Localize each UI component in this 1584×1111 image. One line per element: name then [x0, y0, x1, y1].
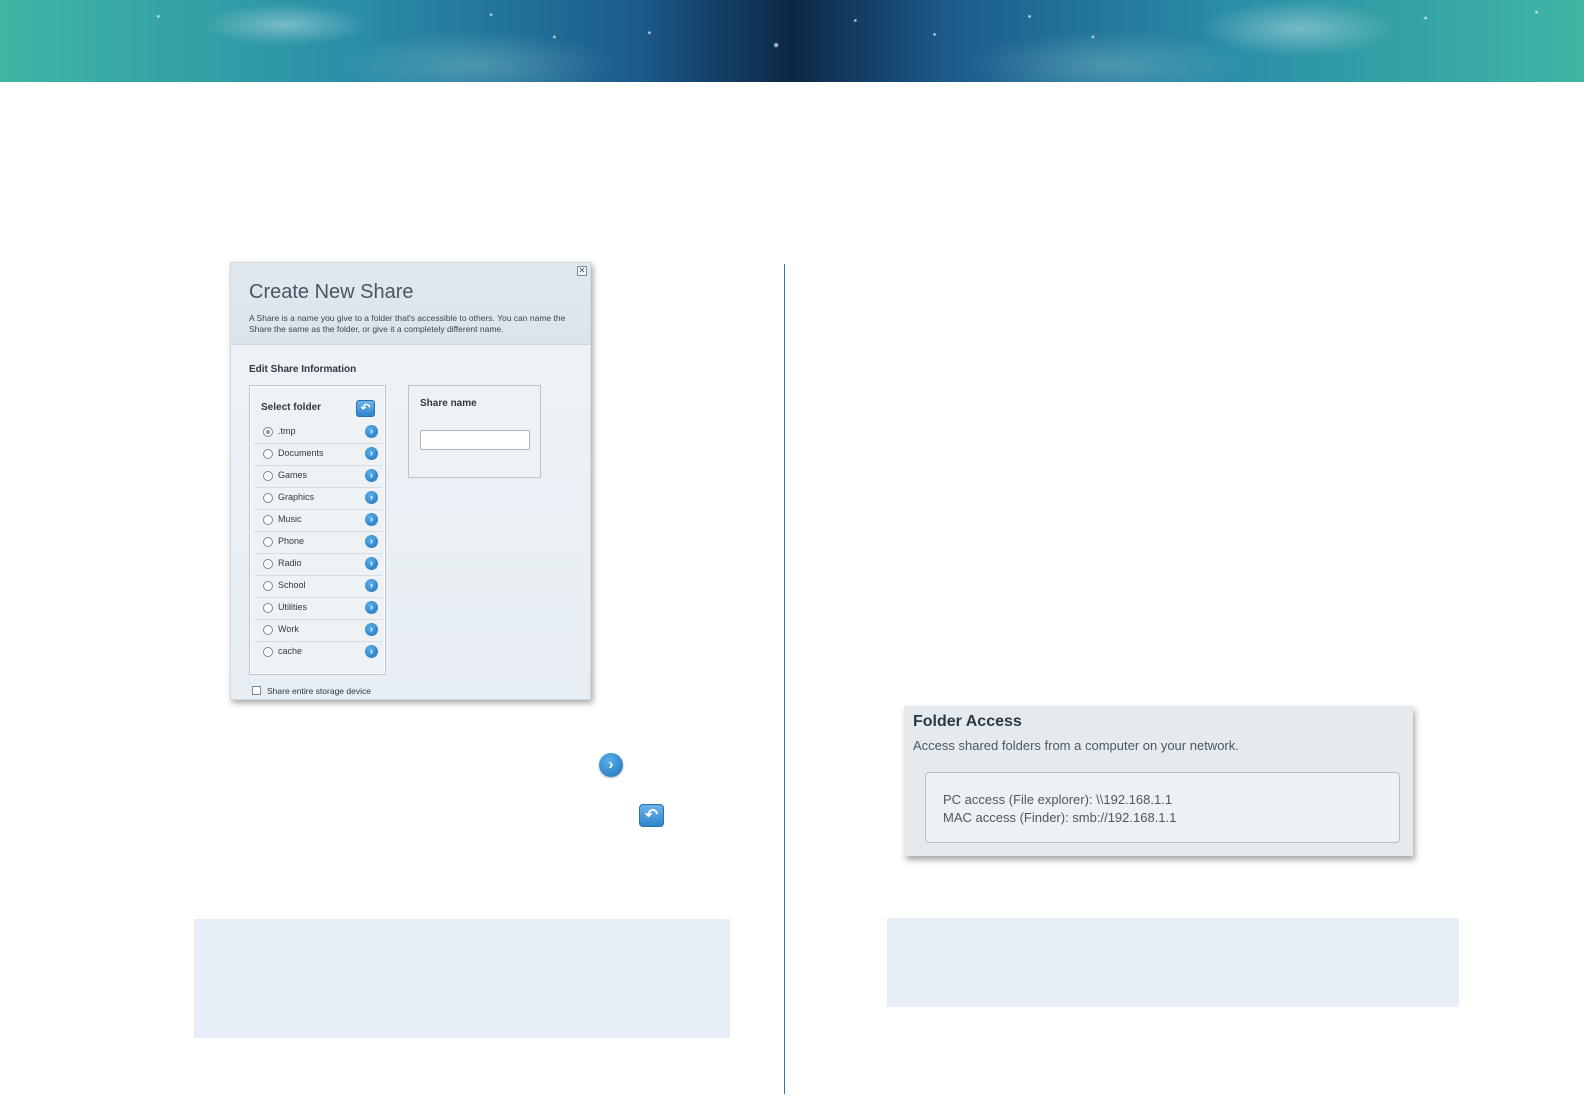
folder-radio[interactable]	[263, 603, 273, 613]
folder-label: Graphics	[278, 492, 315, 502]
folder-open-arrow-icon[interactable]: ›	[365, 425, 378, 438]
folder-access-details: PC access (File explorer): \\192.168.1.1…	[925, 772, 1400, 843]
folder-item[interactable]: Radio ›	[255, 554, 382, 576]
folder-access-subtitle: Access shared folders from a computer on…	[913, 738, 1239, 753]
header-banner	[0, 0, 1584, 82]
banner-particles	[0, 0, 1584, 82]
share-name-title: Share name	[420, 398, 477, 409]
share-entire-label: Share entire storage device	[267, 686, 371, 696]
section-title: Edit Share Information	[249, 364, 357, 375]
select-folder-title: Select folder	[261, 402, 322, 413]
note-box-right	[887, 918, 1459, 1007]
dialog-title: Create New Share	[249, 281, 414, 303]
folder-radio[interactable]	[263, 537, 273, 547]
folder-label: Games	[278, 470, 308, 480]
mac-access-text: MAC access (Finder): smb://192.168.1.1	[943, 810, 1177, 825]
folder-open-arrow-icon[interactable]: ›	[365, 447, 378, 460]
select-folder-panel: Select folder ↶ .tmp › Documents › Games › Gra…	[249, 385, 386, 675]
folder-radio[interactable]	[263, 625, 273, 635]
folder-label: Phone	[278, 536, 305, 546]
folder-item[interactable]: School ›	[255, 576, 382, 598]
folder-open-arrow-icon[interactable]: ›	[365, 601, 378, 614]
folder-radio[interactable]	[263, 427, 273, 437]
folder-radio[interactable]	[263, 515, 273, 525]
folder-label: School	[278, 580, 306, 590]
pc-access-text: PC access (File explorer): \\192.168.1.1	[943, 792, 1173, 807]
folder-access-title: Folder Access	[913, 713, 1022, 730]
folder-radio[interactable]	[263, 493, 273, 503]
folder-open-arrow-icon[interactable]: ›	[365, 623, 378, 636]
folder-item[interactable]: Work ›	[255, 620, 382, 642]
folder-label: Work	[278, 624, 299, 634]
back-arrow-icon: ↶	[639, 804, 664, 827]
folder-item[interactable]: Phone ›	[255, 532, 382, 554]
folder-item[interactable]: .tmp ›	[255, 422, 382, 444]
folder-label: Radio	[278, 558, 302, 568]
folder-radio[interactable]	[263, 647, 273, 657]
page: ✕ Create New Share A Share is a name you…	[0, 0, 1584, 1111]
folder-item[interactable]: Music ›	[255, 510, 382, 532]
folder-radio[interactable]	[263, 559, 273, 569]
folder-label: .tmp	[278, 426, 296, 436]
folder-label: cache	[278, 646, 303, 656]
create-share-dialog: ✕ Create New Share A Share is a name you…	[230, 262, 591, 700]
folder-open-arrow-icon[interactable]: ›	[365, 491, 378, 504]
share-entire-checkbox[interactable]	[252, 686, 261, 695]
folder-back-button[interactable]: ↶	[356, 400, 375, 417]
folder-open-arrow-icon[interactable]: ›	[365, 579, 378, 592]
folder-access-panel: Folder Access Access shared folders from…	[904, 706, 1413, 856]
arrow-right-icon: ›	[599, 753, 623, 777]
folder-open-arrow-icon[interactable]: ›	[365, 557, 378, 570]
folder-label: Music	[278, 514, 302, 524]
folder-item[interactable]: cache ›	[255, 642, 382, 664]
folder-label: Documents	[278, 448, 324, 458]
note-box-left	[194, 919, 730, 1038]
folder-open-arrow-icon[interactable]: ›	[365, 645, 378, 658]
share-name-panel: Share name	[408, 385, 541, 478]
folder-item[interactable]: Graphics ›	[255, 488, 382, 510]
column-divider	[784, 264, 785, 1094]
folder-radio[interactable]	[263, 471, 273, 481]
share-entire-device-option[interactable]: Share entire storage device	[252, 686, 371, 696]
dialog-description: A Share is a name you give to a folder t…	[249, 313, 566, 334]
share-name-input[interactable]	[420, 430, 530, 450]
folder-item[interactable]: Games ›	[255, 466, 382, 488]
close-icon[interactable]: ✕	[577, 266, 587, 276]
folder-radio[interactable]	[263, 449, 273, 459]
folder-open-arrow-icon[interactable]: ›	[365, 513, 378, 526]
folder-radio[interactable]	[263, 581, 273, 591]
folder-item[interactable]: Documents ›	[255, 444, 382, 466]
folder-open-arrow-icon[interactable]: ›	[365, 535, 378, 548]
folder-list: .tmp › Documents › Games › Graphics › Music › Phon…	[255, 422, 382, 664]
folder-item[interactable]: Utilities ›	[255, 598, 382, 620]
folder-label: Utilities	[278, 602, 308, 612]
folder-open-arrow-icon[interactable]: ›	[365, 469, 378, 482]
